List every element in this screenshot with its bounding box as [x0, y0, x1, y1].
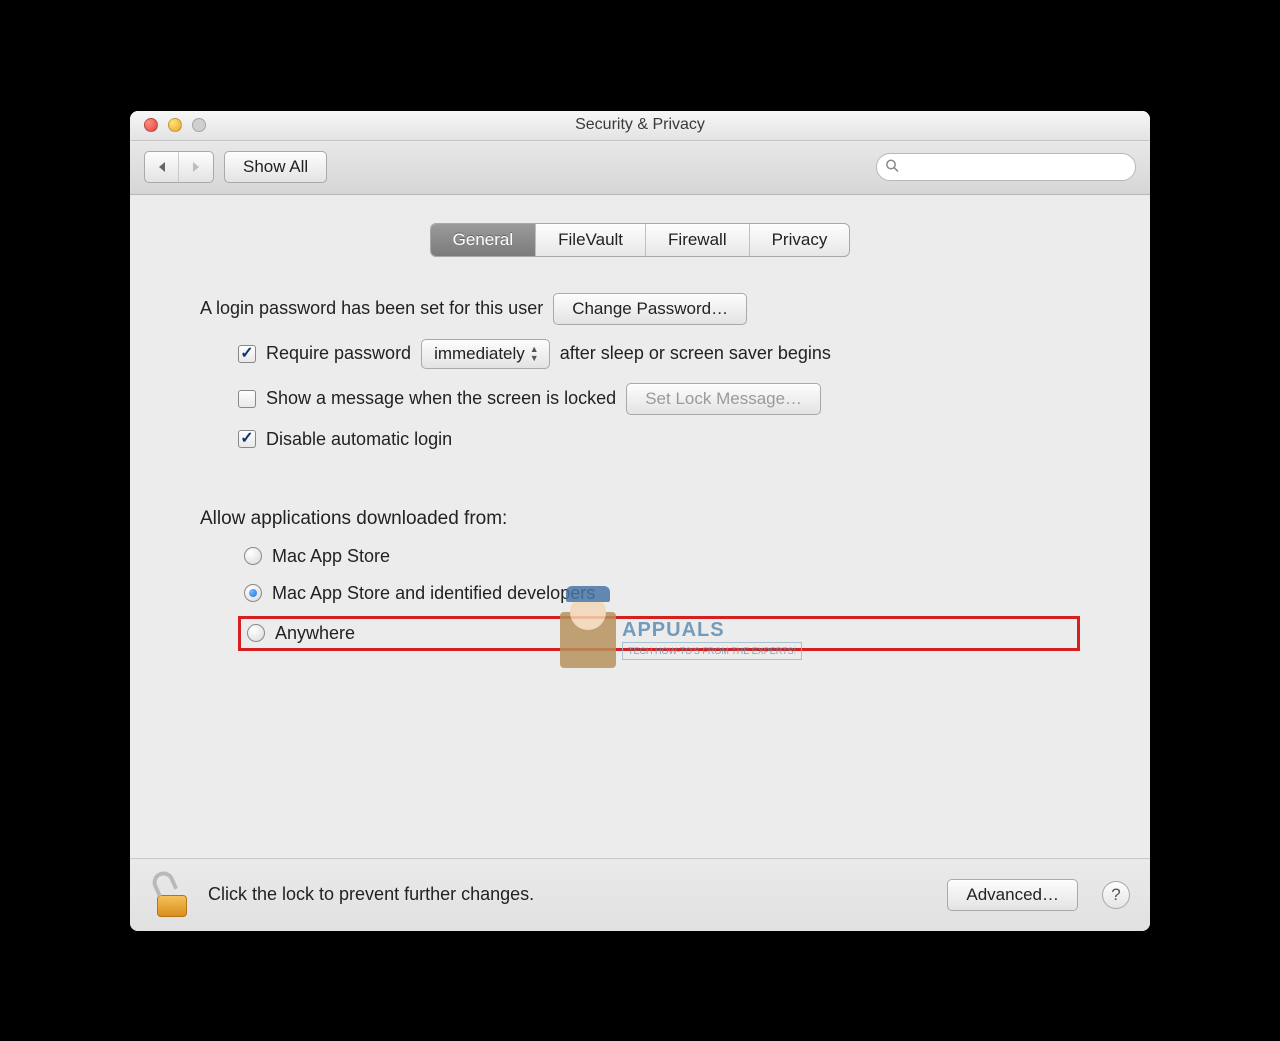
titlebar: Security & Privacy [130, 111, 1150, 141]
show-message-checkbox[interactable] [238, 390, 256, 408]
search-input[interactable] [876, 153, 1136, 181]
help-button[interactable]: ? [1102, 881, 1130, 909]
minimize-icon[interactable] [168, 118, 182, 132]
select-value: immediately [434, 344, 525, 364]
radio-mac-app-store-dev[interactable] [244, 584, 262, 602]
content-pane: General FileVault Firewall Privacy A log… [130, 195, 1150, 858]
tab-privacy[interactable]: Privacy [750, 224, 850, 256]
set-lock-message-button[interactable]: Set Lock Message… [626, 383, 821, 415]
require-password-delay-select[interactable]: immediately ▲▼ [421, 339, 550, 369]
change-password-button[interactable]: Change Password… [553, 293, 747, 325]
search-icon [885, 157, 899, 178]
stepper-icon: ▲▼ [530, 342, 546, 366]
close-icon[interactable] [144, 118, 158, 132]
show-message-label: Show a message when the screen is locked [266, 388, 616, 409]
forward-button[interactable] [179, 152, 213, 182]
lock-icon[interactable] [150, 873, 194, 917]
tab-bar: General FileVault Firewall Privacy [430, 223, 851, 257]
allow-apps-label: Allow applications downloaded from: [200, 508, 1080, 530]
tab-firewall[interactable]: Firewall [646, 224, 750, 256]
require-password-label: Require password [266, 343, 411, 364]
login-password-text: A login password has been set for this u… [200, 298, 543, 319]
toolbar: Show All [130, 141, 1150, 195]
tab-filevault[interactable]: FileVault [536, 224, 646, 256]
advanced-button[interactable]: Advanced… [947, 879, 1078, 911]
triangle-right-icon [190, 161, 202, 173]
radio-anywhere-label: Anywhere [275, 623, 355, 644]
triangle-left-icon [156, 161, 168, 173]
disable-auto-login-checkbox[interactable] [238, 430, 256, 448]
window-title: Security & Privacy [130, 116, 1150, 134]
tab-general[interactable]: General [431, 224, 536, 256]
radio-mac-app-store-label: Mac App Store [272, 546, 390, 567]
back-button[interactable] [145, 152, 179, 182]
zoom-icon [192, 118, 206, 132]
preferences-window: Security & Privacy Show All General File… [130, 111, 1150, 931]
require-password-suffix: after sleep or screen saver begins [560, 343, 831, 364]
lock-text: Click the lock to prevent further change… [208, 884, 534, 905]
footer: Click the lock to prevent further change… [130, 858, 1150, 931]
radio-anywhere[interactable] [247, 624, 265, 642]
require-password-checkbox[interactable] [238, 345, 256, 363]
nav-back-forward [144, 151, 214, 183]
show-all-button[interactable]: Show All [224, 151, 327, 183]
allow-apps-radio-group: Mac App Store Mac App Store and identifi… [238, 542, 1080, 651]
general-pane: A login password has been set for this u… [160, 293, 1120, 651]
radio-mac-app-store-dev-label: Mac App Store and identified developers [272, 583, 595, 604]
disable-auto-login-label: Disable automatic login [266, 429, 452, 450]
radio-mac-app-store[interactable] [244, 547, 262, 565]
